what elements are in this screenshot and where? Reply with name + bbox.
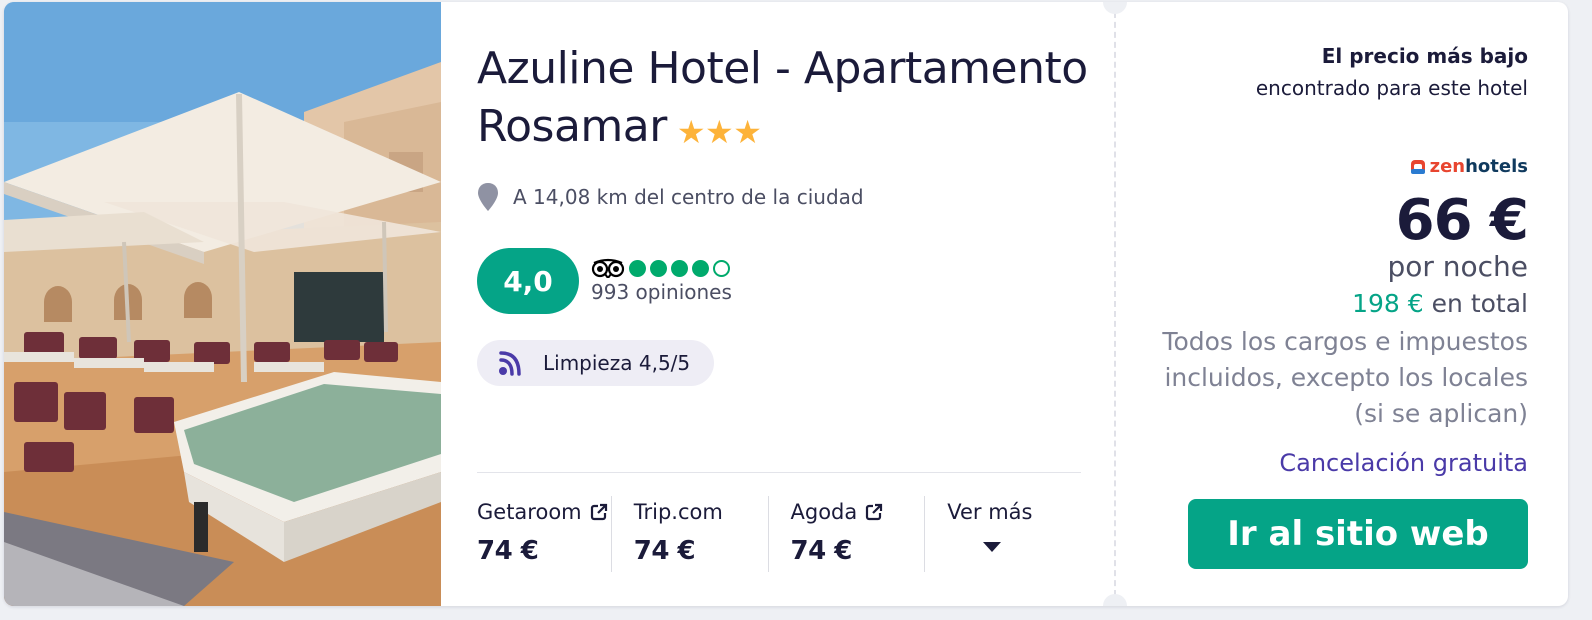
cleaning-icon — [499, 351, 521, 376]
total-label: en total — [1431, 289, 1528, 318]
cleanliness-score: 4,5/5 — [638, 351, 691, 375]
hotel-info: Azuline Hotel - Apartamento Rosamar ★★★ A… — [441, 2, 1114, 606]
provider-name: Trip.com — [633, 500, 723, 524]
free-cancellation: Cancelación gratuita — [1279, 449, 1528, 477]
lowest-price-heading: El precio más bajo — [1321, 44, 1528, 68]
more-providers-button[interactable]: Ver más — [924, 496, 1081, 572]
review-count: 993 opiniones — [591, 280, 732, 304]
star-icon: ★ — [676, 113, 706, 151]
per-night-label: por noche — [1387, 250, 1528, 283]
rating-bubble-empty-icon — [713, 259, 730, 277]
cleanliness-label: Limpieza — [543, 351, 633, 375]
star-icon: ★ — [705, 113, 734, 151]
tripadvisor-rating: 993 opiniones — [591, 258, 732, 304]
star-icon: ★ — [733, 113, 762, 151]
price-per-night: 66 € — [1395, 188, 1529, 253]
hotel-photo[interactable] — [4, 2, 441, 606]
provider-price: 74 € — [633, 536, 696, 566]
best-offer: El precio más bajo encontrado para este … — [1116, 2, 1568, 606]
tripadvisor-owl-icon — [591, 258, 625, 278]
more-providers-label: Ver más — [947, 500, 1033, 524]
external-link-icon — [590, 503, 607, 521]
zenhotels-logo-text-b: hotels — [1465, 156, 1528, 177]
total-price: 198 € en total — [1352, 289, 1528, 318]
hotel-card: Azuline Hotel - Apartamento Rosamar ★★★ A… — [4, 2, 1568, 606]
zenhotels-logo[interactable]: zenhotels — [1410, 156, 1528, 177]
hotel-photo-illustration — [4, 2, 441, 606]
go-to-site-button[interactable]: Ir al sitio web — [1188, 499, 1528, 569]
provider-offer[interactable]: Getaroom 74 € — [477, 496, 611, 572]
rating-bubble-icon — [671, 259, 688, 277]
divider — [477, 472, 1081, 473]
provider-price: 74 € — [790, 536, 853, 566]
zenhotels-logo-icon — [1410, 159, 1425, 174]
hotel-title[interactable]: Azuline Hotel - Apartamento Rosamar ★★★ — [477, 40, 1097, 158]
location-pin-icon — [478, 183, 498, 211]
provider-prices: Getaroom 74 € Trip.com 74 € Agoda 74 € V… — [477, 496, 1081, 572]
rating-row[interactable]: 4,0 993 opiniones — [477, 248, 732, 314]
rating-bubble-icon — [650, 259, 667, 277]
provider-name: Agoda — [790, 500, 858, 524]
total-amount: 198 € — [1352, 289, 1424, 318]
location-text: A 14,08 km del centro de la ciudad — [513, 185, 864, 209]
star-rating: ★★★ — [677, 100, 762, 158]
taxes-note: Todos los cargos e impuestos incluidos, … — [1162, 327, 1528, 428]
rating-bubble-icon — [629, 259, 646, 277]
rating-bubble-icon — [692, 259, 709, 277]
chevron-down-icon — [983, 542, 1002, 552]
lowest-price-subheading: encontrado para este hotel — [1255, 76, 1528, 100]
rating-score-badge: 4,0 — [477, 248, 579, 314]
provider-offer[interactable]: Trip.com 74 € — [610, 496, 768, 572]
external-link-icon — [866, 503, 883, 521]
provider-price: 74 € — [477, 536, 539, 566]
provider-offer[interactable]: Agoda 74 € — [767, 496, 925, 572]
provider-name: Getaroom — [477, 500, 582, 524]
zenhotels-logo-text-a: zen — [1429, 156, 1466, 177]
cleanliness-badge: Limpieza 4,5/5 — [477, 340, 715, 386]
location: A 14,08 km del centro de la ciudad — [477, 182, 864, 212]
hotel-name[interactable]: Azuline Hotel - Apartamento Rosamar — [477, 43, 1088, 152]
